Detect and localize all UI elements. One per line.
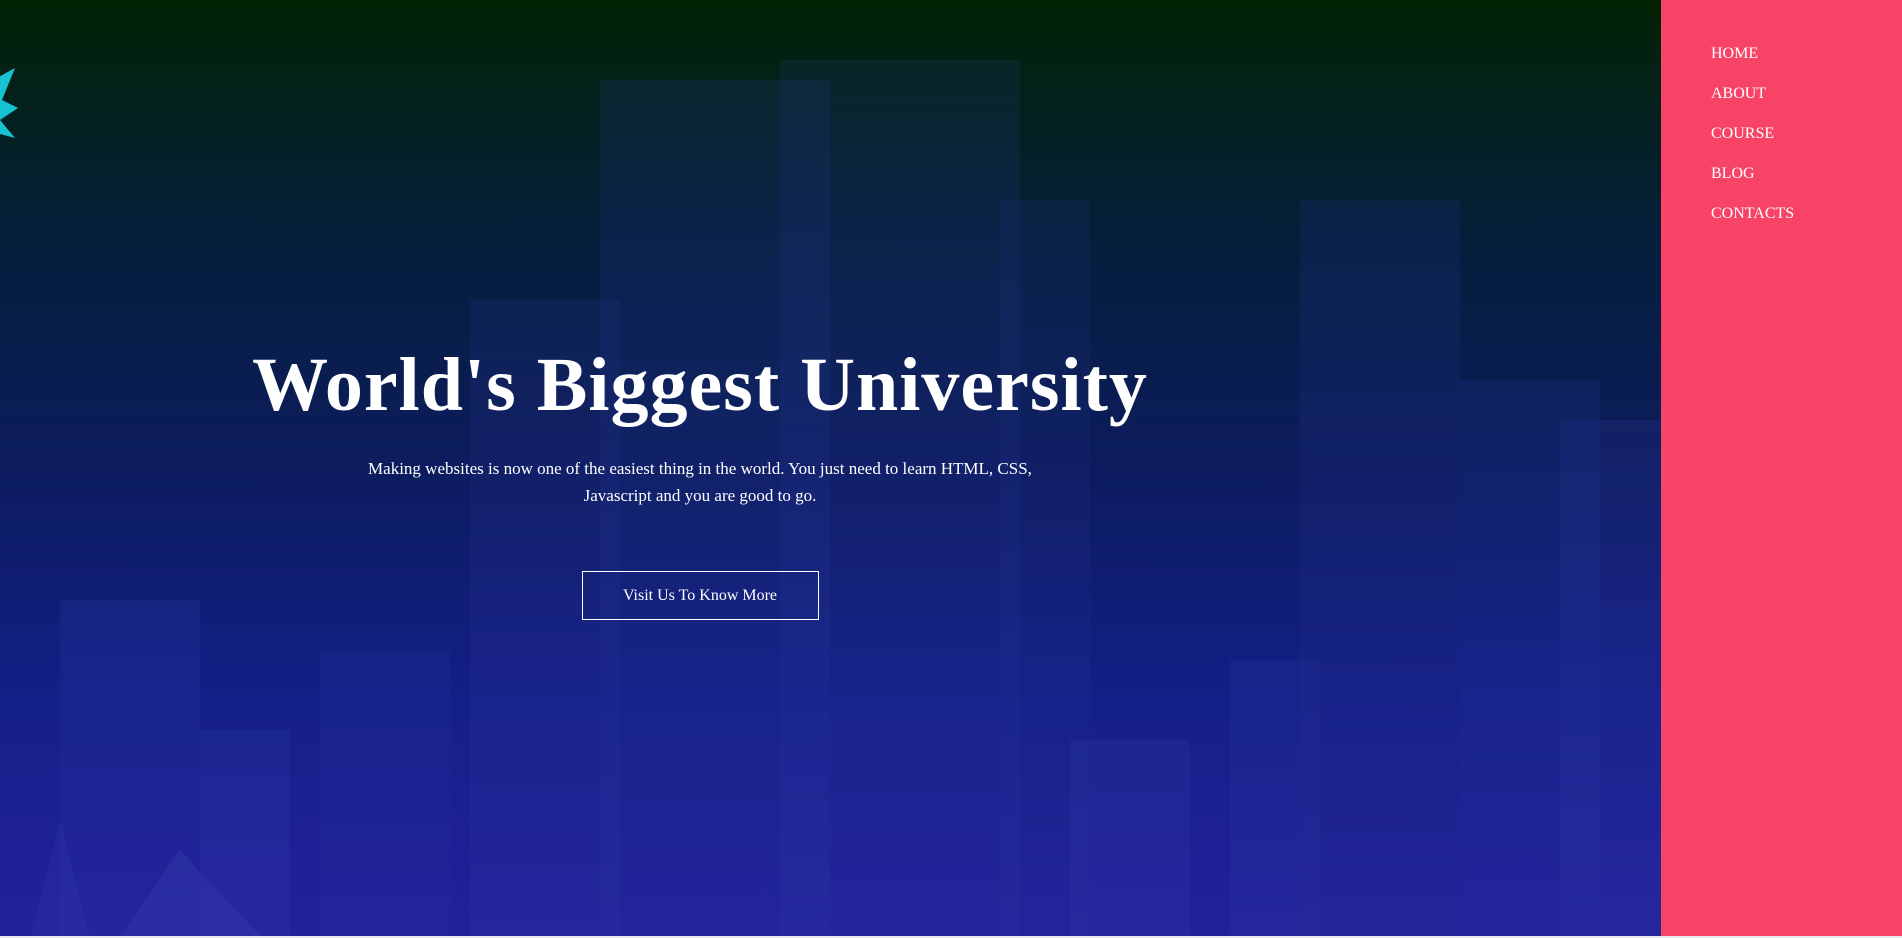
nav-item-blog[interactable]: BLOG <box>1711 162 1794 202</box>
nav-item-home[interactable]: HOME <box>1711 42 1794 82</box>
cta-wrapper: Visit Us To Know More <box>200 571 1200 621</box>
visit-us-button[interactable]: Visit Us To Know More <box>581 571 819 621</box>
nav-item-contacts[interactable]: CONTACTS <box>1711 202 1794 242</box>
sidebar-nav: HOME ABOUT COURSE BLOG CONTACTS <box>1661 0 1902 936</box>
hero-section: World's Biggest University Making websit… <box>0 0 1661 936</box>
hero-description: Making websites is now one of the easies… <box>368 459 1032 506</box>
hero-title: World's Biggest University <box>252 343 1148 427</box>
nav-list: HOME ABOUT COURSE BLOG CONTACTS <box>1711 42 1794 242</box>
hero-content: World's Biggest University Making websit… <box>200 340 1200 621</box>
cyan-leaf-logo-icon <box>0 68 18 160</box>
page: World's Biggest University Making websit… <box>0 0 1902 938</box>
nav-item-course[interactable]: COURSE <box>1711 122 1794 162</box>
nav-item-about[interactable]: ABOUT <box>1711 82 1794 122</box>
